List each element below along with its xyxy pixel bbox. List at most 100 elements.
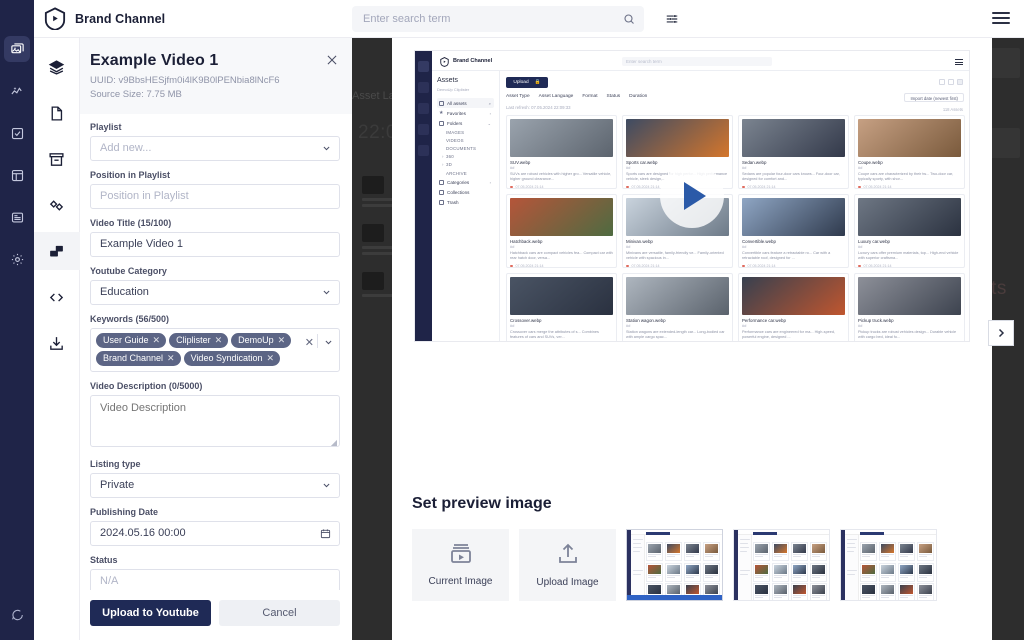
playlist-value: Add new... [100, 142, 152, 155]
chevron-down-icon[interactable] [324, 336, 333, 345]
listing-type-select[interactable]: Private [90, 472, 340, 498]
close-icon[interactable] [324, 52, 340, 68]
mini-nav-categories: Categories › [437, 177, 494, 187]
frame-mini-card [683, 562, 702, 582]
publishing-date-input[interactable]: 2024.05.16 00:00 [90, 520, 340, 546]
mini-upload-button: Upload 🔒 [506, 77, 548, 88]
sidebar-item-media-library[interactable] [4, 36, 30, 62]
preview-frame-1[interactable] [626, 529, 723, 601]
mini-view-icons [939, 79, 963, 85]
mini-asset-thumbnail [510, 277, 613, 315]
mini-nav-label: Folders [447, 120, 463, 126]
preview-frame-3[interactable] [840, 529, 937, 601]
keywords-label: Keywords (56/500) [90, 313, 170, 324]
mini-asset-desc: Minivans are versatile, family-friendly … [626, 250, 724, 261]
position-label: Position in Playlist [90, 169, 171, 180]
remove-tag-icon[interactable]: ✕ [266, 353, 274, 364]
keyword-tag[interactable]: User Guide ✕ [96, 332, 167, 348]
frame-mini-card [809, 542, 827, 561]
brand-name: Brand Channel [75, 11, 166, 26]
mini-filter: Format [582, 94, 598, 99]
preview-frame-2[interactable] [733, 529, 830, 601]
field-position: Position in Playlist Position in Playlis… [90, 170, 340, 209]
sidebar-item-tasks[interactable] [4, 120, 30, 146]
mini-nav-label: Collections [447, 189, 470, 195]
calendar-icon[interactable] [320, 528, 331, 539]
sidebar-item-analytics[interactable] [4, 78, 30, 104]
video-player[interactable]: Brand Channel Enter search term Assets D… [392, 30, 992, 470]
keyword-tag-label: DemoUp [238, 335, 274, 346]
mini-asset-hash: ## [626, 244, 631, 249]
backdrop-thumb [362, 272, 384, 290]
keyword-tag[interactable]: DemoUp ✕ [231, 332, 292, 348]
trash-icon [439, 199, 444, 205]
remove-tag-icon[interactable]: ✕ [215, 335, 223, 346]
frame-mini-card [790, 542, 809, 561]
upload-image-tile[interactable]: Upload Image [519, 529, 616, 601]
sidebar2-item-documents[interactable] [34, 94, 80, 132]
keyword-tag[interactable]: Cliplister ✕ [169, 332, 229, 348]
mini-nav-label: Favorites [447, 110, 466, 116]
sidebar2-item-connections[interactable] [34, 186, 80, 224]
mini-primary-rail [415, 51, 432, 341]
backdrop-thumb [362, 224, 384, 242]
sidebar-item-layout[interactable] [4, 162, 30, 188]
hamburger-menu-icon[interactable] [992, 12, 1010, 24]
clear-x-icon[interactable]: ✕ [305, 336, 314, 349]
mini-asset-desc: Performance cars are engineered for ma..… [742, 329, 836, 340]
sidebar2-item-embed-code[interactable] [34, 278, 80, 316]
sidebar-item-articles[interactable] [4, 204, 30, 230]
mini-filter: Asset Type [506, 94, 530, 99]
sidebar2-item-channels[interactable] [33, 232, 80, 270]
frame-mini-card [878, 562, 897, 582]
remove-tag-icon[interactable]: ✕ [278, 335, 286, 346]
folder-icon [439, 120, 444, 126]
frame-mini-card [702, 562, 720, 582]
mini-asset-desc: Hatchback cars are compact vehicles fea.… [510, 250, 613, 261]
panel-header: Example Video 1 UUID: v9BbsHESjfm0i4lK9B… [80, 38, 352, 114]
current-image-tile[interactable]: Current Image [412, 529, 509, 601]
preview-section-title: Set preview image [412, 495, 552, 512]
mini-rail-icon [418, 103, 429, 114]
youtube-category-select[interactable]: Education [90, 279, 340, 305]
mini-asset-meta: 07.05.2024 21:14 [742, 185, 845, 189]
search-input[interactable] [352, 5, 644, 32]
keyword-tag[interactable]: Video Syndication ✕ [183, 350, 281, 366]
keywords-tag-input[interactable]: User Guide ✕ Cliplister ✕ DemoUp ✕ Brand Chann… [90, 327, 340, 372]
next-asset-button[interactable] [988, 320, 1014, 346]
sidebar2-item-archive[interactable] [34, 140, 80, 178]
mini-asset-grid: SUV.webp ## SUVs are robust vehicles with … [506, 115, 965, 341]
playlist-select[interactable]: Add new... [90, 135, 340, 161]
search-box [352, 5, 644, 32]
remove-tag-icon[interactable]: ✕ [167, 353, 175, 364]
frame-mini-card [664, 562, 683, 582]
search-icon[interactable] [616, 8, 642, 30]
sidebar2-item-layers[interactable] [34, 48, 80, 86]
field-youtube-category: Youtube Category Education [90, 266, 340, 305]
frame-mini-card [860, 542, 878, 561]
sliders-filter-icon[interactable] [662, 9, 682, 29]
chevron-right-icon: › [489, 110, 491, 116]
field-status: Status N/A [90, 555, 340, 590]
mini-asset-thumbnail [742, 277, 845, 315]
play-triangle-icon[interactable] [660, 164, 724, 228]
video-frame: Brand Channel Enter search term Assets D… [414, 50, 970, 342]
description-textarea[interactable] [90, 394, 340, 447]
video-title-input[interactable]: Example Video 1 [90, 231, 340, 257]
field-description: Video Description (0/5000) ◢ [90, 381, 340, 450]
mini-asset-hash: ## [858, 244, 863, 249]
resize-grip-icon[interactable]: ◢ [331, 438, 337, 447]
cancel-button[interactable]: Cancel [219, 600, 340, 626]
keyword-tag[interactable]: Brand Channel ✕ [96, 350, 181, 366]
position-input[interactable]: Position in Playlist [90, 183, 340, 209]
mini-folder-item: IMAGES [446, 129, 465, 135]
sidebar2-item-downloads[interactable] [34, 324, 80, 362]
sidebar-item-settings[interactable] [4, 246, 30, 272]
chat-bubble-icon[interactable] [4, 602, 30, 628]
mini-last-refresh: Last refresh: 07.05.2024 22:09:33 [506, 105, 571, 110]
remove-tag-icon[interactable]: ✕ [153, 335, 161, 346]
mini-topbar: Brand Channel Enter search term [432, 51, 969, 71]
top-header: Brand Channel [34, 0, 1024, 38]
upload-to-youtube-button[interactable]: Upload to Youtube [90, 600, 211, 626]
mini-folder-item: ARCHIVE [446, 170, 467, 176]
